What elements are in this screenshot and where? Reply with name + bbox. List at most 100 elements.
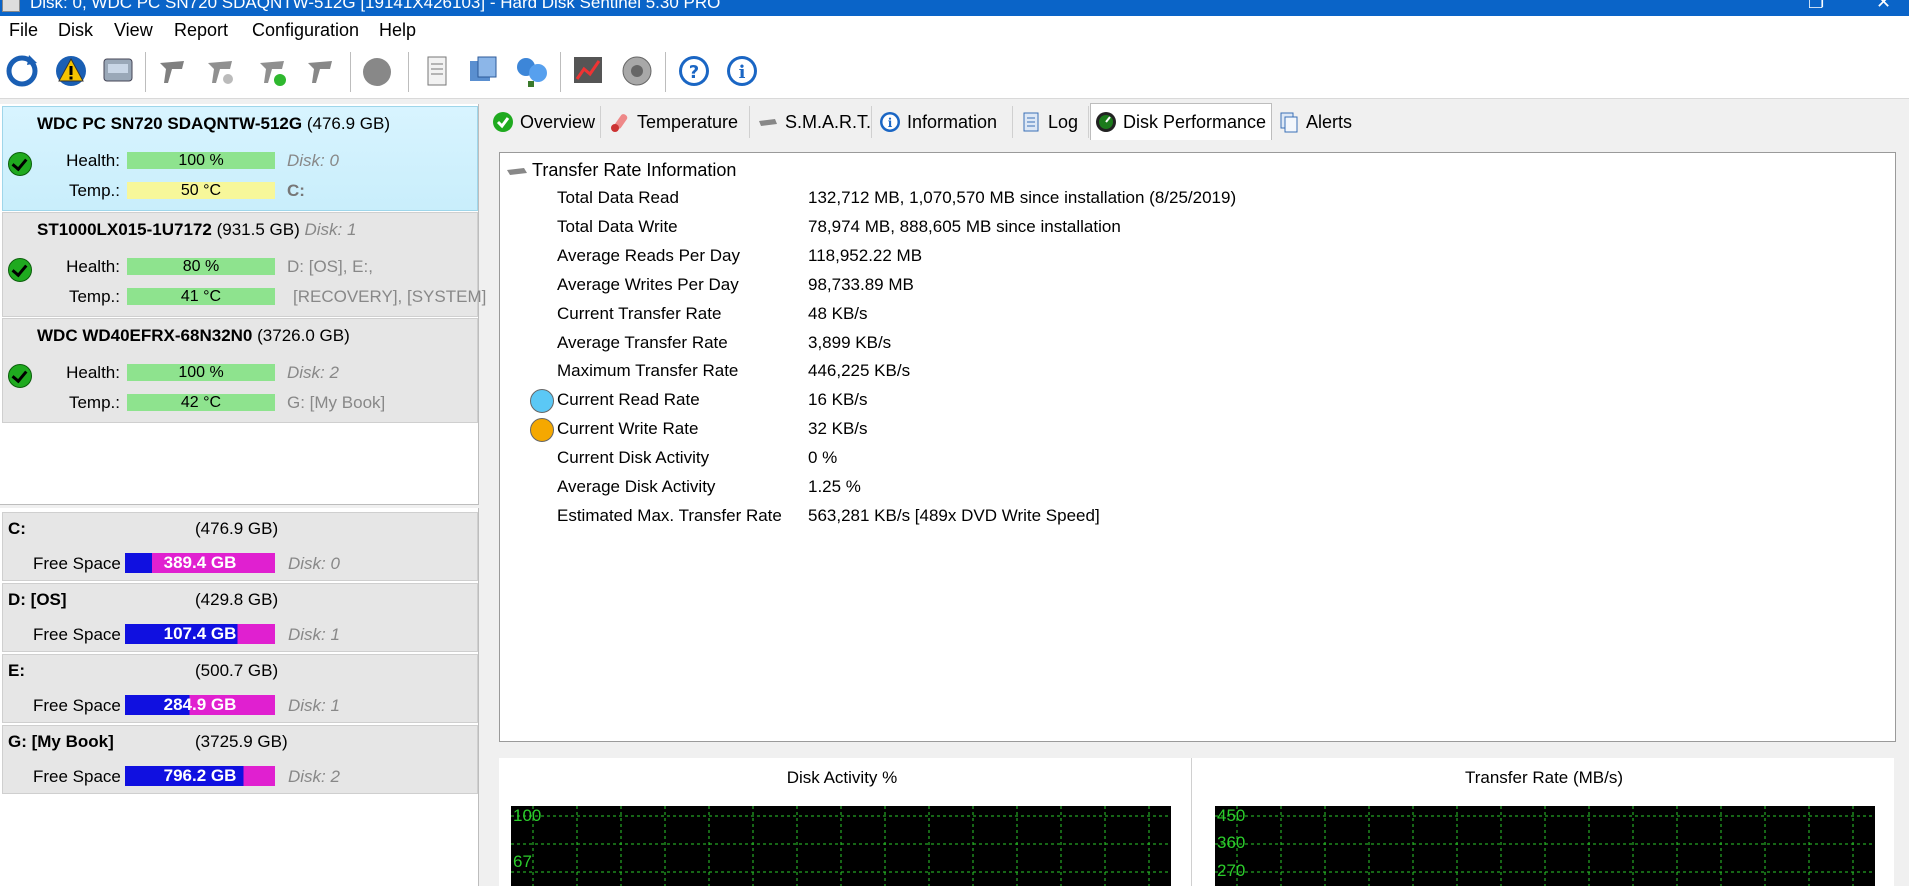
chart-title: Transfer Rate (MB/s): [1464, 768, 1624, 787]
tool-icon[interactable]: [156, 53, 190, 89]
tab-smart[interactable]: S.M.A.R.T.: [753, 106, 872, 138]
row-value: 0 %: [808, 448, 838, 468]
disk-item-2[interactable]: WDC WD40EFRX-68N32N0 (3726.0 GB) Health:…: [2, 318, 478, 423]
menu-configuration[interactable]: Configuration: [252, 20, 359, 41]
drive-letters-cont: [RECOVERY], [SYSTEM]: [293, 287, 487, 306]
disk-item-1[interactable]: ST1000LX015-1U7172 (931.5 GB) Disk: 1 He…: [2, 212, 486, 317]
volume-size: (3725.9 GB): [195, 732, 288, 751]
row-label: Current Transfer Rate: [557, 303, 722, 323]
volume-disk: Disk: 1: [288, 625, 340, 644]
disk-number: Disk: 0: [287, 151, 339, 170]
health-label: Health:: [66, 363, 120, 382]
network-icon[interactable]: [514, 53, 548, 89]
free-space-label: Free Space: [33, 696, 121, 715]
chart-icon[interactable]: [571, 53, 605, 89]
volume-size: (500.7 GB): [195, 661, 279, 680]
info-icon[interactable]: i: [725, 53, 759, 89]
temp-bar: 42 °C: [127, 394, 275, 411]
row-label: Maximum Transfer Rate: [557, 361, 739, 381]
row-value: 118,952.22 MB: [808, 245, 923, 265]
help-icon[interactable]: ?: [677, 53, 711, 89]
free-space-label: Free Space: [33, 554, 121, 573]
disk-number: Disk: 1: [304, 220, 357, 239]
power-icon[interactable]: [360, 53, 394, 89]
refresh-icon[interactable]: [5, 53, 39, 89]
alert-icon[interactable]: [54, 53, 88, 89]
read-rate-icon: [530, 389, 554, 413]
sync-icon[interactable]: [466, 53, 500, 89]
restore-icon[interactable]: ❐: [1808, 0, 1824, 13]
menu-file[interactable]: File: [9, 20, 38, 41]
volume-size: (429.8 GB): [195, 590, 279, 609]
temp-bar: 41 °C: [127, 288, 275, 305]
free-space-label: Free Space: [33, 767, 121, 786]
tool-icon[interactable]: [204, 53, 238, 89]
menu-view[interactable]: View: [114, 20, 153, 41]
free-space-bar: 389.4 GB: [125, 553, 275, 573]
volume-disk: Disk: 0: [288, 554, 340, 573]
gauge-icon: [1096, 112, 1116, 132]
chart-grid: [1215, 806, 1875, 886]
temp-label: Temp.:: [68, 287, 120, 306]
disk-item-0[interactable]: WDC PC SN720 SDAQNTW-512G (476.9 GB) Hea…: [2, 106, 478, 211]
free-space-bar: 107.4 GB: [125, 624, 275, 644]
health-label: Health:: [66, 257, 120, 276]
y-tick: 360: [1217, 833, 1246, 852]
menu-disk[interactable]: Disk: [58, 20, 93, 41]
tab-temperature[interactable]: Temperature: [605, 106, 750, 138]
toolbar: ? i: [0, 46, 1909, 99]
close-icon[interactable]: ✕: [1876, 0, 1891, 13]
disk-size: (931.5 GB): [216, 220, 300, 239]
temp-bar: 50 °C: [127, 182, 275, 199]
volume-name: E:: [8, 661, 25, 680]
volume-item-g[interactable]: G: [My Book] (3725.9 GB) Free Space 796.…: [2, 725, 478, 794]
status-ok-icon: [8, 364, 32, 388]
alerts-icon: [1280, 112, 1298, 133]
volume-name: C:: [8, 519, 26, 538]
disk-name: WDC PC SN720 SDAQNTW-512G: [37, 114, 303, 133]
title-bar: Disk: 0, WDC PC SN720 SDAQNTW-512G [1914…: [0, 0, 1909, 16]
tab-log[interactable]: Log: [1016, 106, 1089, 138]
y-tick: 67: [513, 852, 532, 871]
tab-information[interactable]: i Information: [875, 106, 1013, 138]
row-value: 1.25 %: [808, 477, 861, 496]
thermometer-icon: [611, 114, 628, 132]
svg-text:i: i: [739, 62, 746, 83]
volume-item-e[interactable]: E: (500.7 GB) Free Space 284.9 GB Disk: …: [2, 654, 478, 723]
disk-size: (476.9 GB): [306, 114, 390, 133]
volume-size: (476.9 GB): [195, 519, 279, 538]
menu-help[interactable]: Help: [379, 20, 416, 41]
disk-icon[interactable]: [101, 53, 135, 89]
row-value: 132,712 MB, 1,070,570 MB since installat…: [808, 188, 1237, 207]
free-space-bar: 796.2 GB: [125, 766, 275, 786]
write-rate-icon: [530, 418, 554, 442]
chart-grid: [511, 806, 1171, 886]
temp-label: Temp.:: [68, 181, 120, 200]
volume-item-d[interactable]: D: [OS] (429.8 GB) Free Space 107.4 GB D…: [2, 583, 478, 652]
tab-alerts[interactable]: Alerts: [1274, 106, 1362, 138]
volume-name: D: [OS]: [8, 590, 67, 609]
svg-text:i: i: [888, 116, 893, 130]
row-value: 48 KB/s: [808, 303, 868, 323]
volume-item-c[interactable]: C: (476.9 GB) Free Space 389.4 GB Disk: …: [2, 512, 478, 581]
menu-report[interactable]: Report: [174, 20, 228, 41]
disk-number: Disk: 2: [287, 363, 339, 382]
check-icon: [493, 112, 513, 132]
speaker-icon[interactable]: [620, 53, 654, 89]
row-label: Average Writes Per Day: [557, 274, 739, 294]
document-icon[interactable]: [420, 53, 454, 89]
tab-disk-performance[interactable]: Disk Performance: [1090, 103, 1272, 140]
row-label: Average Reads Per Day: [557, 245, 741, 265]
tool-icon[interactable]: [256, 53, 290, 89]
drive-letters: D: [OS], E:,: [287, 257, 373, 276]
y-tick: 450: [1217, 806, 1246, 825]
disk-name: ST1000LX015-1U7172: [37, 220, 212, 239]
free-space-bar: 284.9 GB: [125, 695, 275, 715]
tab-overview[interactable]: Overview: [488, 106, 601, 138]
disk-icon: [507, 168, 527, 175]
row-label: Total Data Read: [557, 188, 679, 207]
tool-icon[interactable]: [304, 53, 338, 89]
menu-bar: File Disk View Report Configuration Help: [0, 16, 1909, 46]
volume-disk: Disk: 1: [288, 696, 340, 715]
row-label: Total Data Write: [557, 216, 678, 236]
